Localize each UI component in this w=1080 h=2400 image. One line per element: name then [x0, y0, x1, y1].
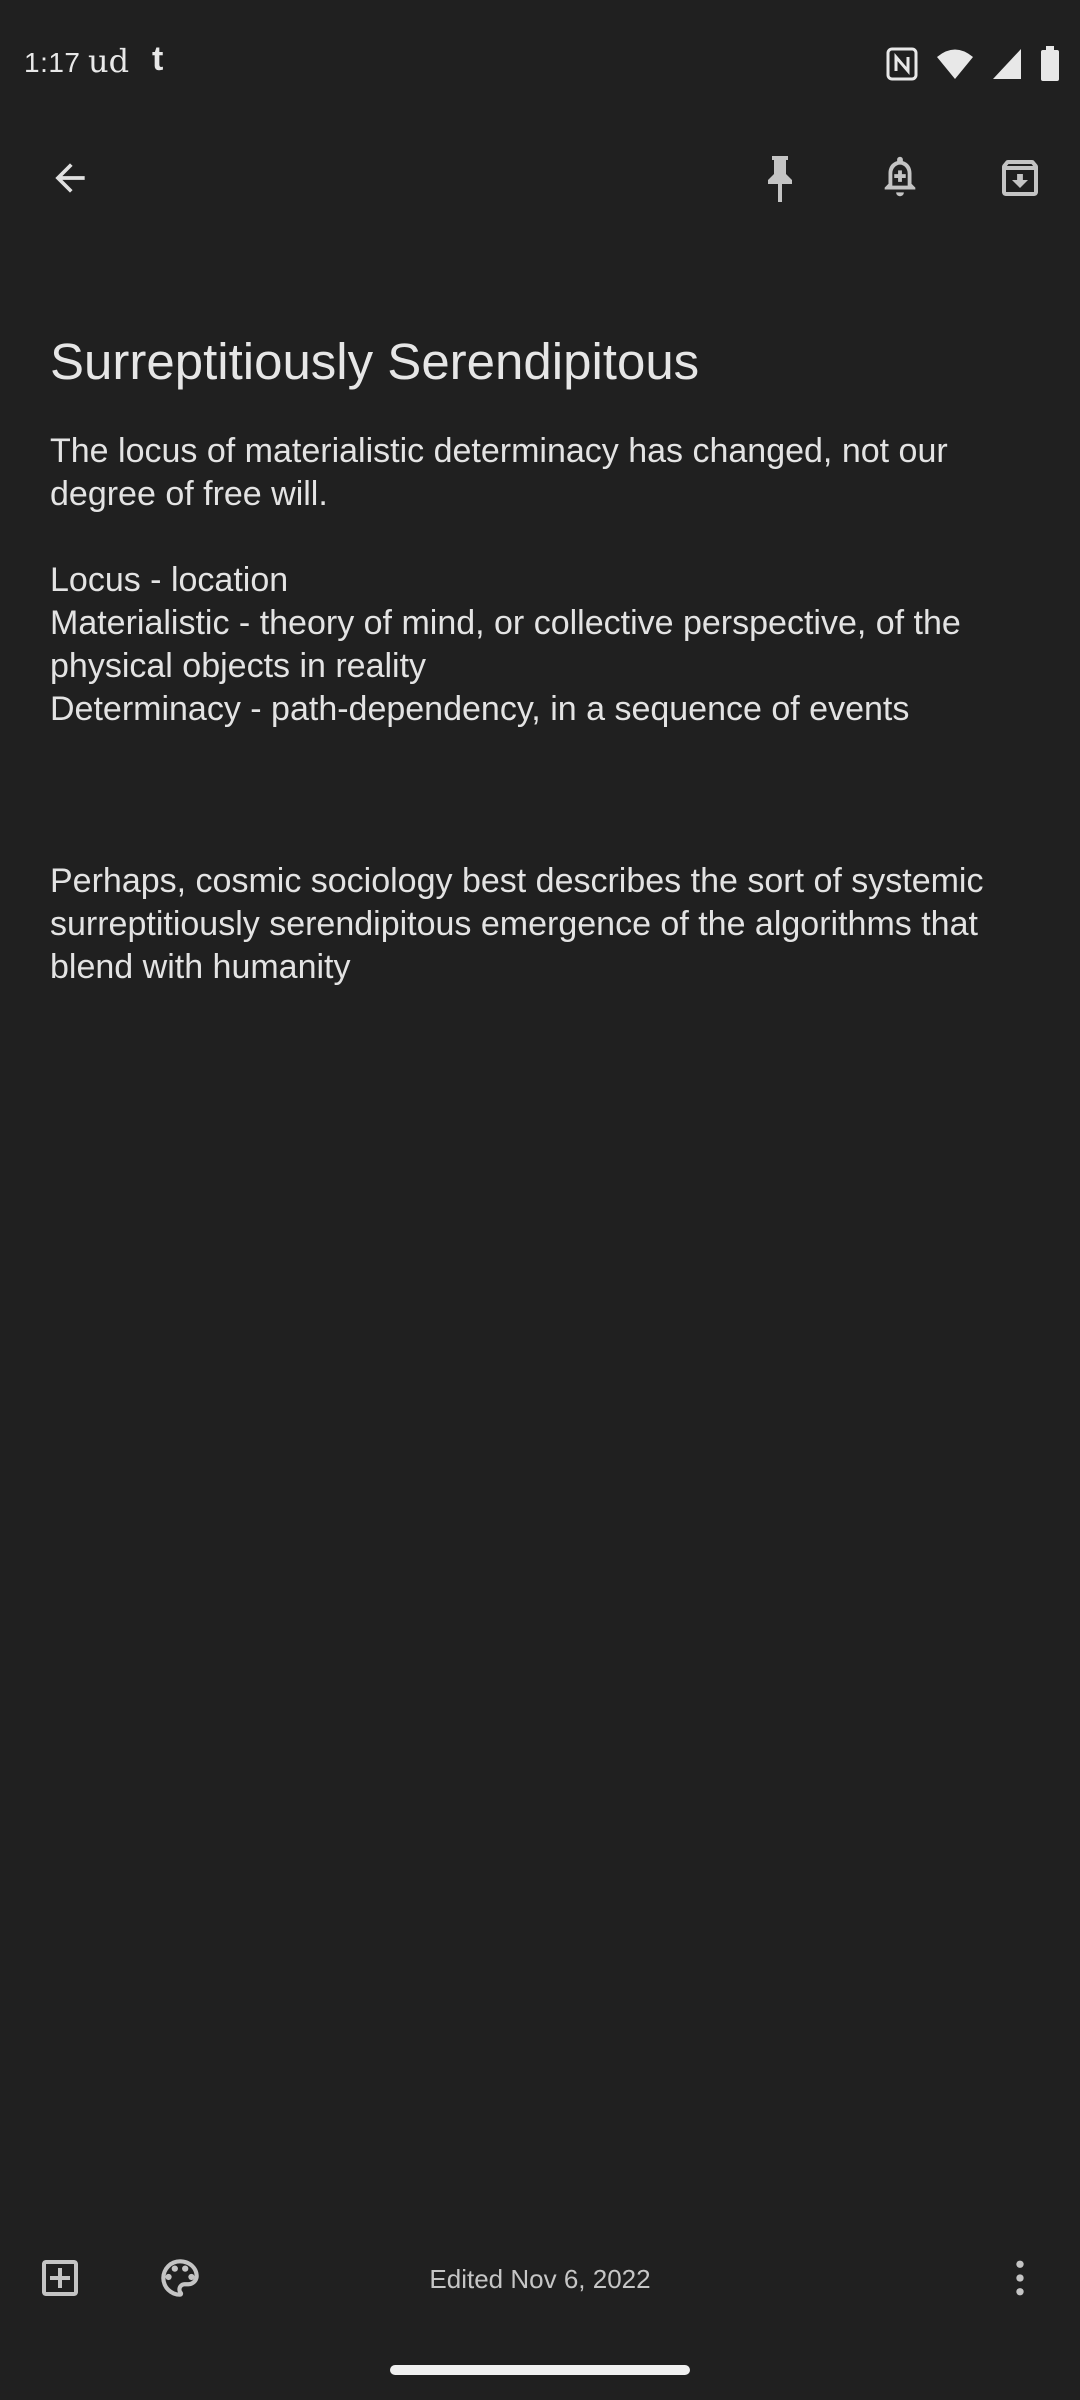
- reminder-button[interactable]: [860, 140, 940, 220]
- edited-timestamp: Edited Nov 6, 2022: [429, 2264, 651, 2294]
- notification-app-icon-1: ud: [88, 42, 130, 80]
- archive-button[interactable]: [980, 140, 1060, 220]
- wifi-icon: [936, 48, 974, 80]
- pin-icon: [756, 152, 804, 209]
- add-alert-icon: [877, 153, 923, 208]
- pin-button[interactable]: [740, 140, 820, 220]
- signal-icon: [992, 48, 1022, 80]
- battery-icon: [1040, 46, 1060, 82]
- nfc-icon: [886, 47, 918, 81]
- status-bar: 1:17 ud t: [0, 0, 1080, 130]
- home-indicator[interactable]: [390, 2365, 690, 2375]
- note-toolbar: [0, 140, 1080, 240]
- note-body[interactable]: The locus of materialistic determinacy h…: [50, 430, 1040, 989]
- note-title[interactable]: Surreptitiously Serendipitous: [50, 330, 1030, 394]
- status-time: 1:17: [24, 47, 81, 78]
- archive-icon: [996, 154, 1044, 207]
- tumblr-notification-icon: t: [152, 40, 164, 78]
- arrow-back-icon: [48, 156, 92, 205]
- status-icons: [886, 44, 1060, 84]
- back-button[interactable]: [30, 140, 110, 220]
